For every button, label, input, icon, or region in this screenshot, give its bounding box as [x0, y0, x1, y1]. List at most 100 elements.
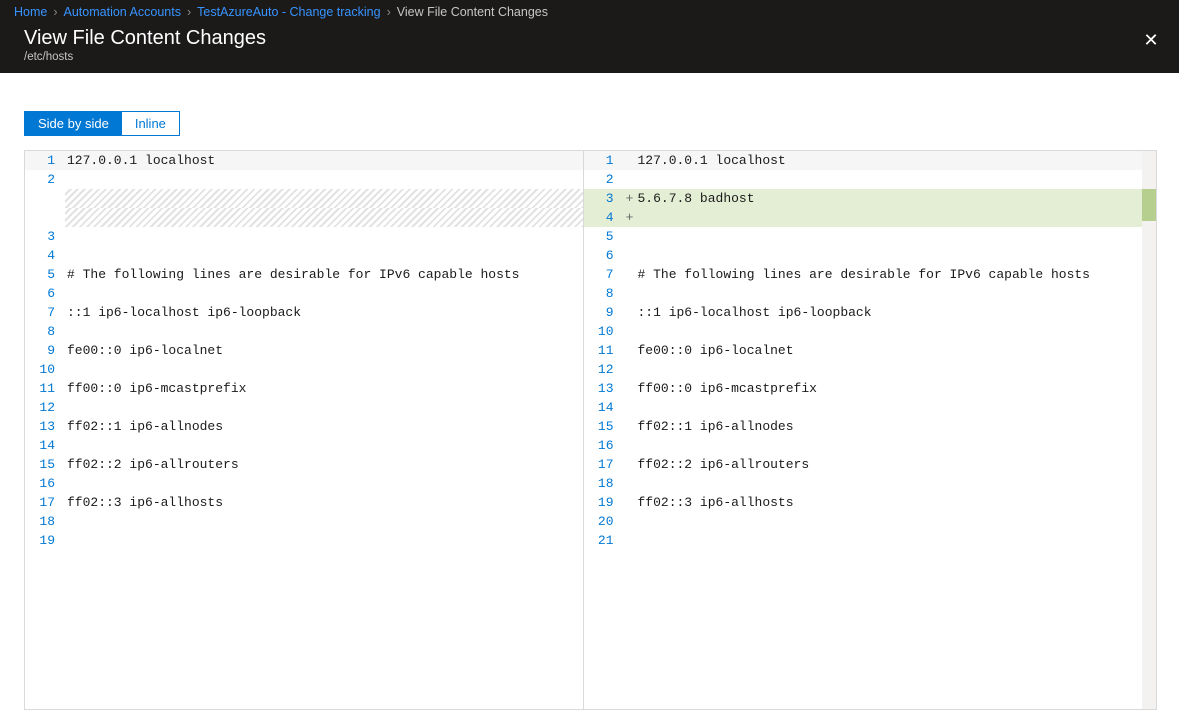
diff-line[interactable]: 21: [584, 531, 1143, 550]
breadcrumb-automation-accounts[interactable]: Automation Accounts: [64, 5, 181, 19]
diff-line[interactable]: 11ff00::0 ip6-mcastprefix: [25, 379, 583, 398]
diff-sign: [624, 360, 636, 379]
diff-sign: [624, 379, 636, 398]
line-number: 17: [584, 455, 624, 474]
diff-line[interactable]: 6: [25, 284, 583, 303]
line-number: 11: [584, 341, 624, 360]
diff-sign: [624, 265, 636, 284]
line-number: 13: [25, 417, 65, 436]
diff-line[interactable]: 5# The following lines are desirable for…: [25, 265, 583, 284]
line-number: 14: [584, 398, 624, 417]
diff-sign: [624, 284, 636, 303]
line-content: ff02::2 ip6-allrouters: [65, 455, 583, 474]
tab-side-by-side[interactable]: Side by side: [25, 112, 122, 135]
diff-line[interactable]: 16: [584, 436, 1143, 455]
diff-pane-original[interactable]: 1127.0.0.1 localhost2 345# The following …: [25, 151, 584, 709]
diff-sign: [624, 436, 636, 455]
overview-ruler-change-mark: [1142, 189, 1156, 221]
diff-line[interactable]: 8: [584, 284, 1143, 303]
line-content: ff02::2 ip6-allrouters: [636, 455, 1143, 474]
diff-line[interactable]: 13ff02::1 ip6-allnodes: [25, 417, 583, 436]
line-content: [636, 246, 1143, 265]
diff-line[interactable]: 15ff02::2 ip6-allrouters: [25, 455, 583, 474]
line-number: 21: [584, 531, 624, 550]
line-content: 5.6.7.8 badhost: [636, 189, 1143, 208]
diff-line[interactable]: 12: [584, 360, 1143, 379]
diff-line[interactable]: 1127.0.0.1 localhost: [25, 151, 583, 170]
diff-line[interactable]: 19ff02::3 ip6-allhosts: [584, 493, 1143, 512]
line-number: 12: [25, 398, 65, 417]
diff-line[interactable]: 6: [584, 246, 1143, 265]
line-number: 7: [584, 265, 624, 284]
diff-line[interactable]: 15ff02::1 ip6-allnodes: [584, 417, 1143, 436]
diff-line[interactable]: [25, 189, 583, 208]
diff-line[interactable]: 5: [584, 227, 1143, 246]
close-icon: ✕: [1143, 31, 1158, 49]
line-number: 10: [584, 322, 624, 341]
diff-line[interactable]: 7::1 ip6-localhost ip6-loopback: [25, 303, 583, 322]
diff-line[interactable]: 8: [25, 322, 583, 341]
diff-line[interactable]: 11 fe00::0 ip6-localnet: [584, 341, 1143, 360]
line-number: 7: [25, 303, 65, 322]
line-content: [636, 512, 1143, 531]
diff-line[interactable]: 7 # The following lines are desirable for…: [584, 265, 1143, 284]
diff-line[interactable]: 10: [584, 322, 1143, 341]
line-content: fe00::0 ip6-localnet: [636, 341, 1143, 360]
diff-line[interactable]: 9fe00::0 ip6-localnet: [25, 341, 583, 360]
diff-sign: [624, 493, 636, 512]
diff-line[interactable]: 18: [584, 474, 1143, 493]
line-number: 3: [25, 227, 65, 246]
diff-line[interactable]: 4+: [584, 208, 1143, 227]
line-number: 5: [584, 227, 624, 246]
line-number: 19: [25, 531, 65, 550]
diff-line[interactable]: 2: [25, 170, 583, 189]
line-content: ff02::1 ip6-allnodes: [636, 417, 1143, 436]
diff-line[interactable]: 4: [25, 246, 583, 265]
line-number: 8: [25, 322, 65, 341]
diff-sign: [624, 151, 636, 170]
line-content: [636, 227, 1143, 246]
chevron-right-icon: ›: [387, 5, 391, 19]
diff-line[interactable]: 17 ff02::2 ip6-allrouters: [584, 455, 1143, 474]
diff-line[interactable]: 12: [25, 398, 583, 417]
breadcrumb-change-tracking[interactable]: TestAzureAuto - Change tracking: [197, 5, 380, 19]
diff-sign: [624, 322, 636, 341]
line-content: [65, 398, 583, 417]
diff-line[interactable]: 17ff02::3 ip6-allhosts: [25, 493, 583, 512]
diff-line[interactable]: 1127.0.0.1 localhost: [584, 151, 1143, 170]
tab-inline[interactable]: Inline: [122, 112, 179, 135]
diff-line[interactable]: 14: [584, 398, 1143, 417]
line-content: [65, 208, 583, 227]
overview-ruler[interactable]: [1142, 151, 1156, 709]
diff-sign: [624, 246, 636, 265]
diff-line[interactable]: 3+5.6.7.8 badhost: [584, 189, 1143, 208]
diff-line[interactable]: 10: [25, 360, 583, 379]
line-number: 13: [584, 379, 624, 398]
line-content: ff02::3 ip6-allhosts: [65, 493, 583, 512]
close-button[interactable]: ✕: [1137, 26, 1165, 54]
line-content: [65, 531, 583, 550]
line-content: # The following lines are desirable for …: [65, 265, 583, 284]
diff-sign: [624, 531, 636, 550]
line-content: [636, 398, 1143, 417]
view-mode-toggle: Side by side Inline: [24, 111, 180, 136]
line-number: 16: [25, 474, 65, 493]
diff-line[interactable]: 3: [25, 227, 583, 246]
diff-line[interactable]: [25, 208, 583, 227]
diff-line[interactable]: 2: [584, 170, 1143, 189]
breadcrumb-home[interactable]: Home: [14, 5, 47, 19]
diff-pane-modified[interactable]: 1127.0.0.1 localhost23+5.6.7.8 badhost4+…: [584, 151, 1143, 709]
line-number: 9: [25, 341, 65, 360]
diff-line[interactable]: 19: [25, 531, 583, 550]
diff-line[interactable]: 16: [25, 474, 583, 493]
line-content: [636, 360, 1143, 379]
diff-line[interactable]: 9::1 ip6-localhost ip6-loopback: [584, 303, 1143, 322]
diff-line[interactable]: 20: [584, 512, 1143, 531]
line-number: 16: [584, 436, 624, 455]
line-content: # The following lines are desirable for …: [636, 265, 1143, 284]
line-content: [65, 360, 583, 379]
diff-line[interactable]: 18: [25, 512, 583, 531]
diff-line[interactable]: 14: [25, 436, 583, 455]
diff-sign: [624, 474, 636, 493]
diff-line[interactable]: 13ff00::0 ip6-mcastprefix: [584, 379, 1143, 398]
